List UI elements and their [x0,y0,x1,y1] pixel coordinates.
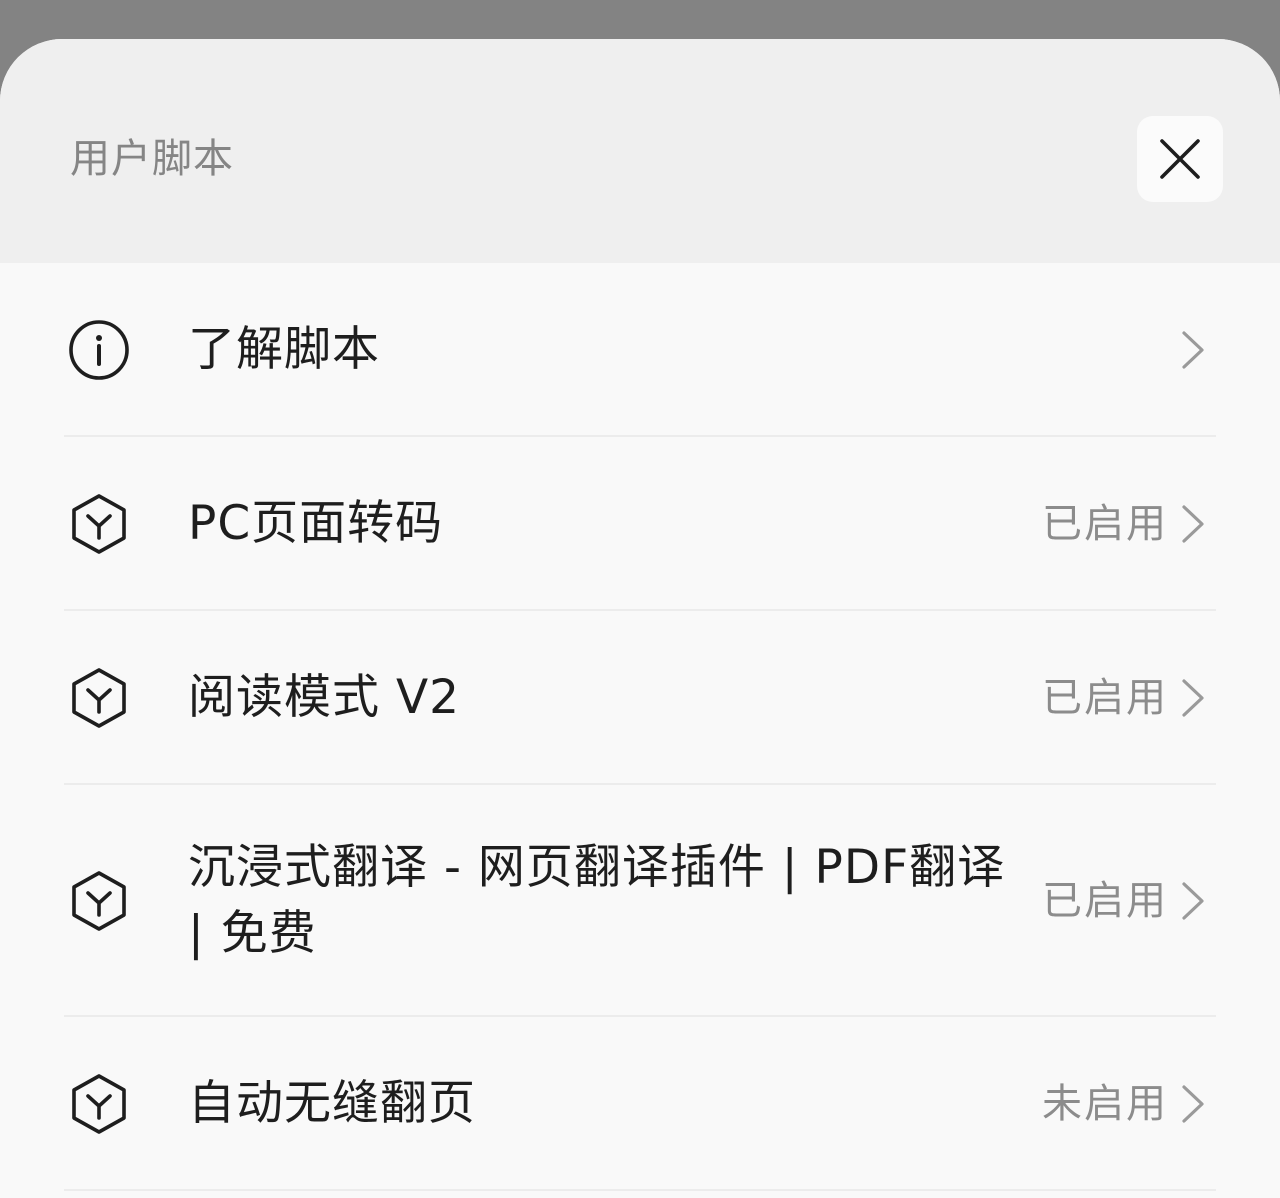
script-cube-icon [68,667,130,729]
chevron-right-icon [1182,882,1204,920]
user-scripts-sheet: 用户脚本 了解脚本 PC页面转码 已启用 阅读模式 V2 已启用 沉浸式翻译 -… [0,39,1280,1198]
script-cube-icon [68,870,130,932]
sheet-header: 用户脚本 [0,39,1280,263]
status-text: 未启用 [1042,1081,1168,1127]
list-item-script[interactable]: PC页面转码 已启用 [0,437,1280,611]
close-icon [1160,139,1200,179]
list-item-label: 阅读模式 V2 [188,670,460,725]
list-item-script[interactable]: 自动无缝翻页 未启用 [0,1017,1280,1191]
list-item-script[interactable]: 阅读模式 V2 已启用 [0,611,1280,785]
list-item-label: PC页面转码 [188,496,444,551]
status-text: 已启用 [1042,501,1168,547]
divider [64,1189,1216,1191]
chevron-right-icon [1182,505,1204,543]
status-text: 已启用 [1042,878,1168,924]
list-item-label: 沉浸式翻译 - 网页翻译插件 | PDF翻译 | 免费 [188,840,1006,961]
list-item-label: 自动无缝翻页 [188,1076,476,1131]
list-item-script[interactable]: 沉浸式翻译 - 网页翻译插件 | PDF翻译 | 免费 已启用 [0,785,1280,1017]
chevron-right-icon [1182,1085,1204,1123]
chevron-right-icon [1182,679,1204,717]
close-button[interactable] [1137,116,1223,202]
sheet-title: 用户脚本 [70,136,234,182]
list-item-label: 了解脚本 [188,322,380,377]
chevron-right-icon [1182,331,1204,369]
info-icon [68,319,130,381]
list-item-learn-scripts[interactable]: 了解脚本 [0,263,1280,437]
script-list: 了解脚本 PC页面转码 已启用 阅读模式 V2 已启用 沉浸式翻译 - 网页翻译… [0,263,1280,1191]
script-cube-icon [68,1073,130,1135]
script-cube-icon [68,493,130,555]
status-text: 已启用 [1042,675,1168,721]
